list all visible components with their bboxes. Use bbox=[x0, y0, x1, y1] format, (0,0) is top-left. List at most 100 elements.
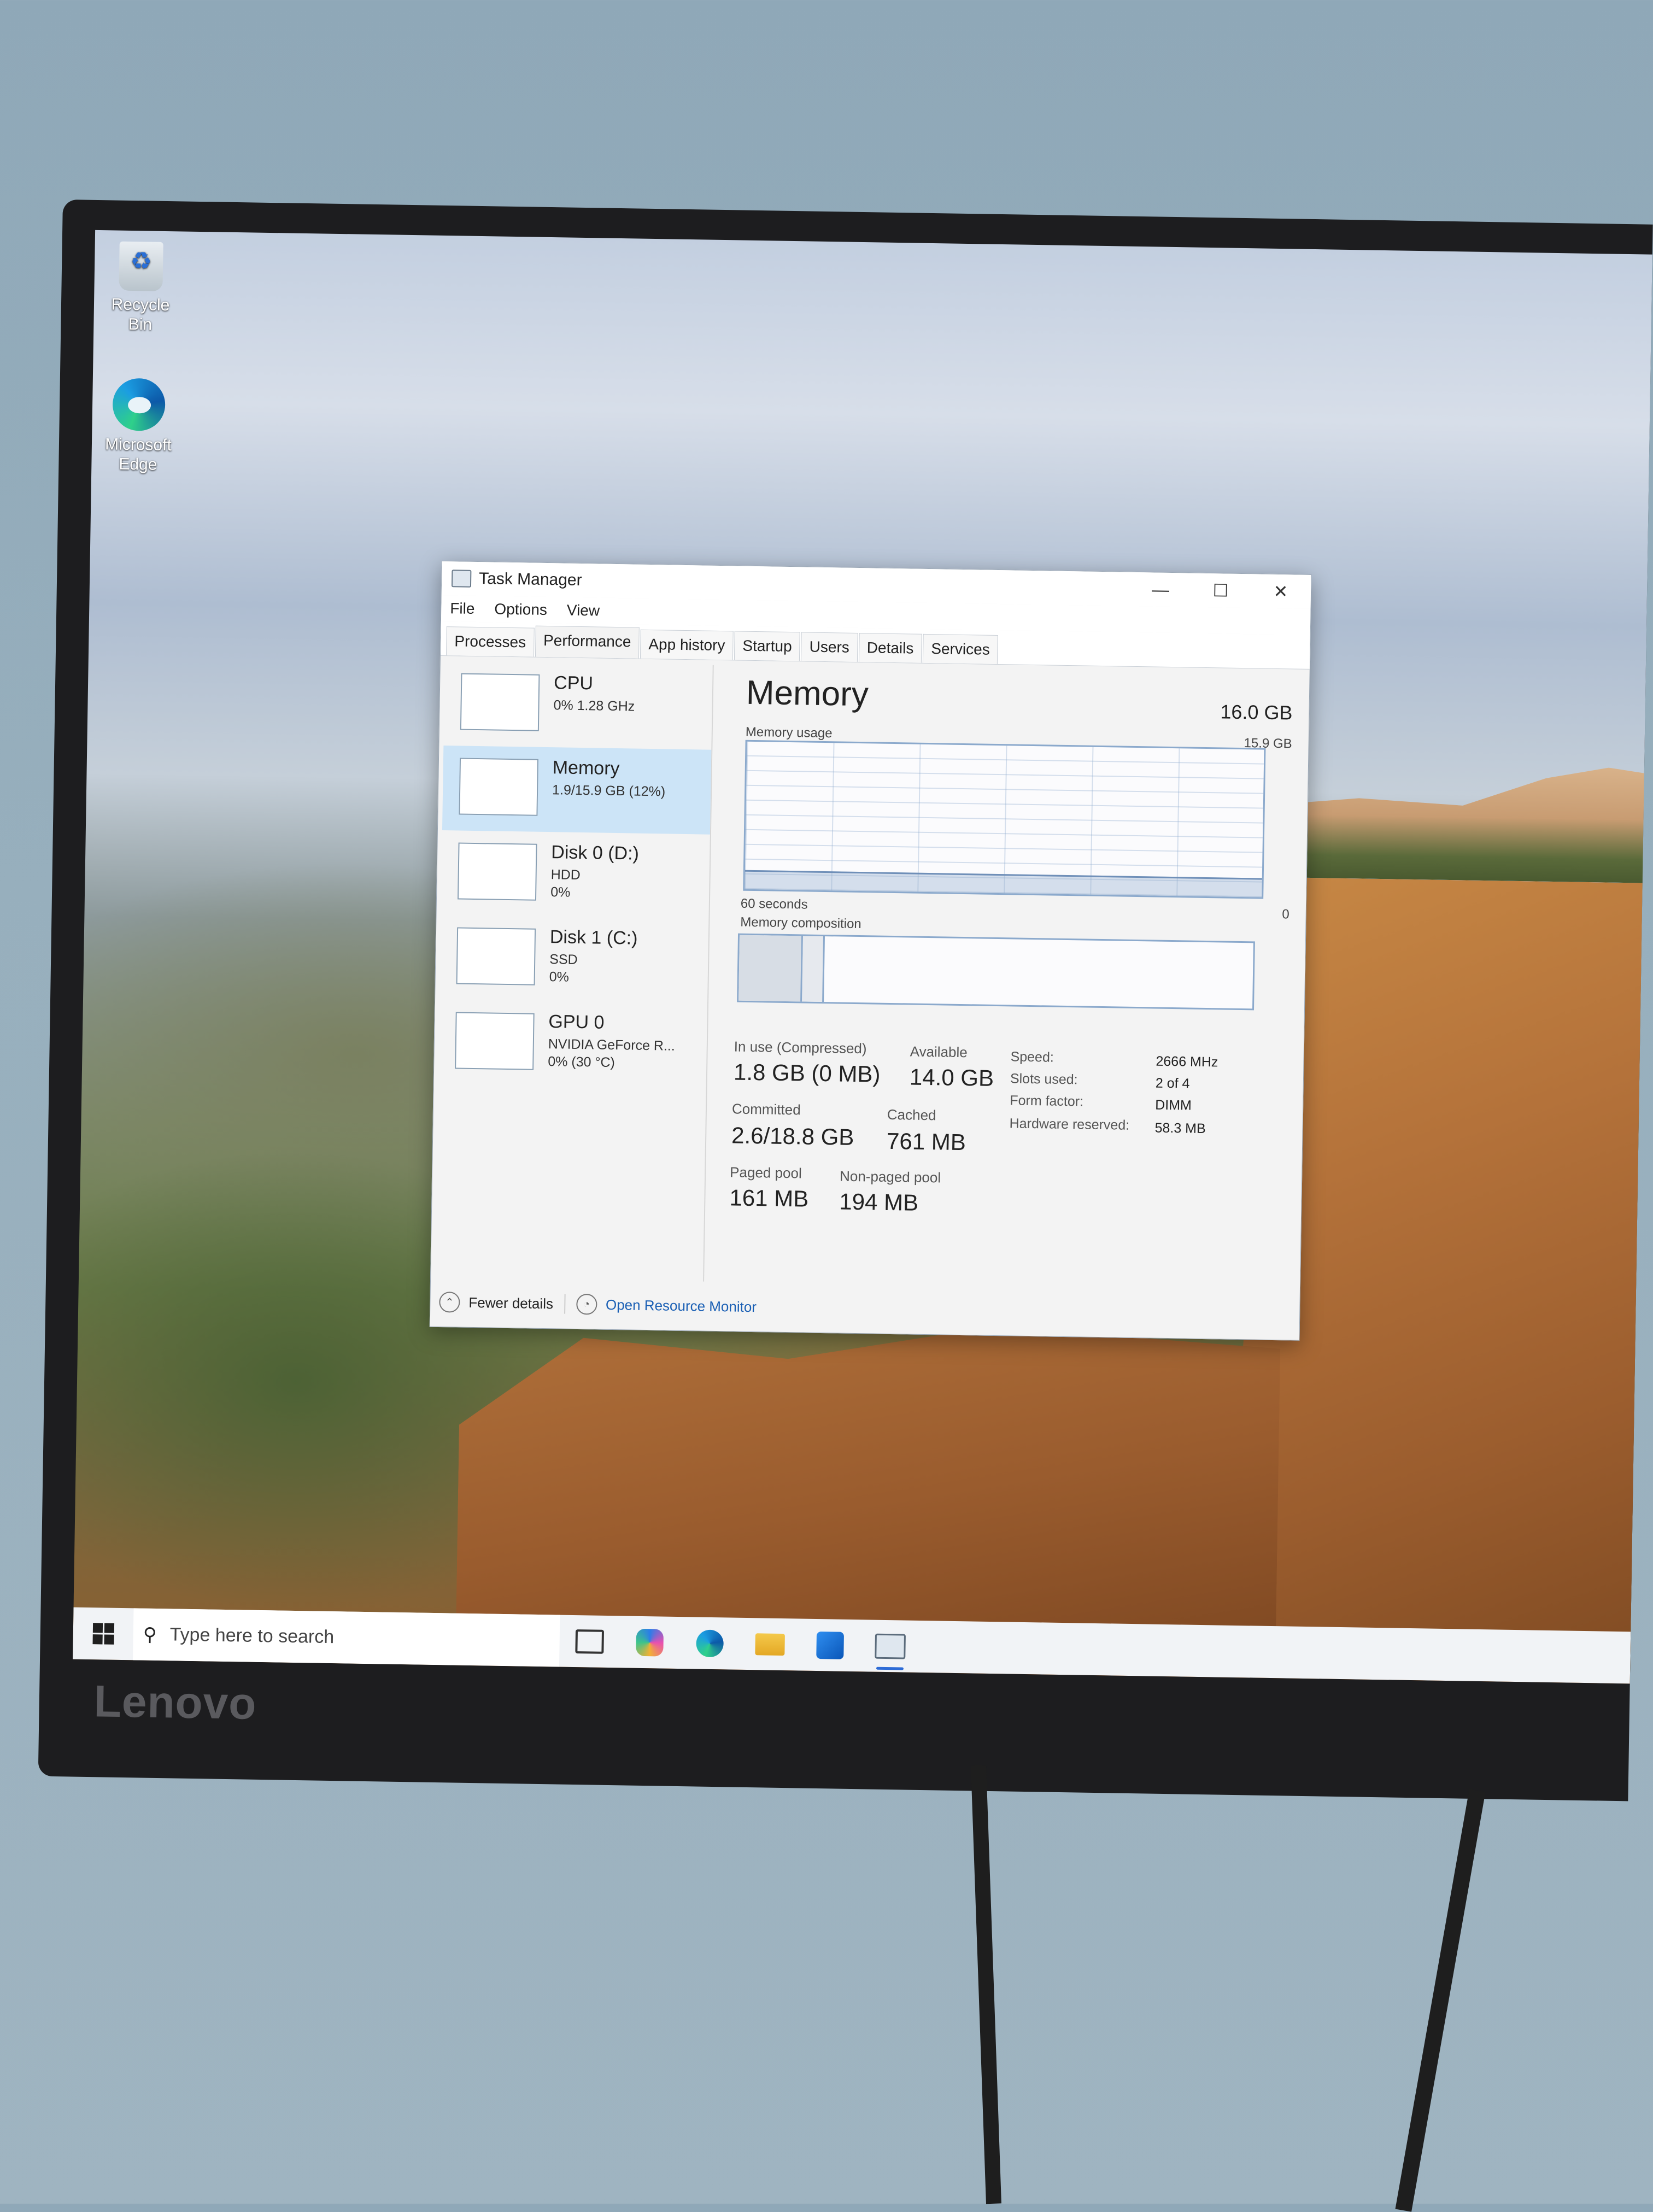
task-manager-icon bbox=[875, 1633, 906, 1659]
in-use-value: 1.8 GB (0 MB) bbox=[733, 1059, 881, 1087]
memory-usage-graph bbox=[743, 740, 1266, 899]
page-title: Memory bbox=[746, 673, 869, 714]
search-icon: ⚲ bbox=[143, 1624, 157, 1645]
tab-users[interactable]: Users bbox=[801, 632, 858, 662]
cpu-thumbnail-graph bbox=[460, 673, 540, 731]
footer-divider bbox=[564, 1294, 566, 1314]
sidebar-item-disk-1[interactable]: Disk 1 (C:) SSD 0% bbox=[439, 915, 708, 1004]
sidebar-item-detail: NVIDIA GeForce R... 0% (30 °C) bbox=[548, 1035, 675, 1072]
tab-performance[interactable]: Performance bbox=[535, 625, 640, 659]
copilot-icon bbox=[636, 1628, 664, 1657]
committed-value: 2.6/18.8 GB bbox=[731, 1122, 854, 1150]
composition-in-use bbox=[738, 935, 803, 1002]
monitor-cable bbox=[971, 1765, 1001, 2204]
sidebar-item-cpu[interactable]: CPU 0% 1.28 GHz bbox=[443, 661, 712, 750]
graph-time-label: 60 seconds bbox=[740, 896, 808, 912]
speed-label: Speed: bbox=[1010, 1049, 1054, 1065]
copilot-button[interactable] bbox=[619, 1616, 680, 1669]
hardware-reserved-label: Hardware reserved: bbox=[1009, 1116, 1130, 1133]
edge-label: Microsoft Edge bbox=[104, 435, 172, 474]
edge-taskbar-button[interactable] bbox=[679, 1617, 740, 1670]
task-manager-taskbar-button[interactable] bbox=[860, 1620, 921, 1673]
start-button[interactable] bbox=[73, 1607, 133, 1661]
open-resource-monitor-link[interactable]: Open Resource Monitor bbox=[606, 1296, 757, 1315]
monitor-cable bbox=[1395, 1789, 1486, 2212]
sidebar-item-memory[interactable]: Memory 1.9/15.9 GB (12%) bbox=[442, 746, 712, 835]
gpu-usage: 0% (30 °C) bbox=[548, 1054, 616, 1071]
memory-composition-bar bbox=[737, 933, 1255, 1011]
composition-modified bbox=[801, 936, 825, 1002]
memory-usage-label: Memory usage bbox=[745, 724, 833, 741]
tab-startup[interactable]: Startup bbox=[734, 631, 801, 661]
available-label: Available bbox=[910, 1043, 968, 1061]
task-manager-window: Task Manager — ☐ ✕ File Options View Pro… bbox=[429, 560, 1312, 1341]
menu-file[interactable]: File bbox=[450, 600, 475, 618]
memory-usage-fill bbox=[745, 870, 1262, 897]
committed-label: Committed bbox=[731, 1100, 801, 1118]
sidebar-item-gpu-0[interactable]: GPU 0 NVIDIA GeForce R... 0% (30 °C) bbox=[438, 1000, 707, 1089]
outlook-button[interactable] bbox=[800, 1619, 860, 1672]
sidebar-item-disk-0[interactable]: Disk 0 (D:) HDD 0% bbox=[441, 830, 710, 919]
cached-value: 761 MB bbox=[886, 1128, 966, 1155]
close-button[interactable]: ✕ bbox=[1251, 574, 1311, 609]
recycle-bin-icon bbox=[119, 241, 163, 291]
memory-total: 16.0 GB bbox=[1220, 700, 1293, 724]
edge-icon bbox=[112, 378, 166, 431]
disk1-type: SSD bbox=[549, 952, 578, 967]
disk0-thumbnail-graph bbox=[457, 842, 537, 901]
monitor: Recycle Bin Microsoft Edge Task Manager … bbox=[38, 200, 1653, 1802]
sidebar-item-name: CPU bbox=[553, 672, 594, 694]
taskbar-search-box[interactable]: ⚲ Type here to search bbox=[133, 1608, 560, 1667]
form-factor-label: Form factor: bbox=[1010, 1093, 1084, 1110]
slots-label: Slots used: bbox=[1010, 1071, 1078, 1088]
paged-pool-value: 161 MB bbox=[729, 1184, 809, 1212]
sidebar-item-detail: 0% 1.28 GHz bbox=[553, 696, 635, 715]
disk1-thumbnail-graph bbox=[456, 927, 536, 985]
sidebar-item-detail: HDD 0% bbox=[550, 866, 581, 901]
memory-composition-label: Memory composition bbox=[740, 914, 861, 932]
sidebar-item-name: GPU 0 bbox=[548, 1011, 605, 1033]
tab-processes[interactable]: Processes bbox=[446, 626, 535, 657]
resource-sidebar: CPU 0% 1.28 GHz Memory 1.9/15.9 GB (12%) bbox=[435, 661, 714, 1282]
task-view-button[interactable] bbox=[559, 1615, 620, 1668]
memory-detail-pane: Memory 16.0 GB Memory usage 15.9 GB 60 s… bbox=[729, 660, 1293, 1291]
gpu-thumbnail-graph bbox=[455, 1012, 535, 1070]
windows-logo-icon bbox=[92, 1623, 114, 1645]
in-use-label: In use (Compressed) bbox=[734, 1038, 867, 1057]
disk0-usage: 0% bbox=[550, 884, 571, 900]
available-value: 14.0 GB bbox=[909, 1064, 994, 1091]
desktop-screen: Recycle Bin Microsoft Edge Task Manager … bbox=[73, 230, 1652, 1684]
memory-usage-text: 1.9/15.9 GB (12%) bbox=[552, 782, 666, 800]
monitor-brand-logo: Lenovo bbox=[93, 1676, 257, 1729]
recycle-bin-desktop-icon[interactable]: Recycle Bin bbox=[99, 241, 183, 335]
edge-desktop-icon[interactable]: Microsoft Edge bbox=[97, 378, 180, 475]
sidebar-item-detail: SSD 0% bbox=[549, 950, 578, 986]
minimize-button[interactable]: — bbox=[1130, 572, 1191, 607]
tab-app-history[interactable]: App history bbox=[640, 629, 734, 660]
file-explorer-button[interactable] bbox=[740, 1618, 800, 1671]
gpu-model: NVIDIA GeForce R... bbox=[548, 1036, 676, 1054]
graph-time-end: 0 bbox=[1282, 907, 1289, 922]
window-title: Task Manager bbox=[478, 570, 582, 589]
sidebar-item-detail: 1.9/15.9 GB (12%) bbox=[552, 781, 666, 800]
sidebar-item-name: Memory bbox=[552, 757, 620, 779]
sidebar-item-name: Disk 1 (C:) bbox=[549, 926, 638, 949]
chevron-up-icon: ⌃ bbox=[439, 1292, 460, 1313]
nonpaged-pool-value: 194 MB bbox=[839, 1188, 919, 1216]
menu-view[interactable]: View bbox=[567, 602, 600, 620]
tab-services[interactable]: Services bbox=[922, 633, 999, 664]
slots-value: 2 of 4 bbox=[1155, 1075, 1190, 1092]
menu-options[interactable]: Options bbox=[494, 600, 547, 619]
task-manager-icon bbox=[451, 570, 472, 588]
memory-thumbnail-graph bbox=[459, 758, 539, 816]
maximize-button[interactable]: ☐ bbox=[1191, 573, 1251, 608]
resource-monitor-icon: ◔ bbox=[576, 1294, 597, 1315]
task-view-icon bbox=[575, 1629, 605, 1654]
cached-label: Cached bbox=[887, 1106, 936, 1124]
cpu-usage-text: 0% 1.28 GHz bbox=[553, 697, 635, 714]
tab-details[interactable]: Details bbox=[858, 632, 922, 663]
recycle-bin-label: Recycle Bin bbox=[111, 295, 170, 334]
hardware-reserved-value: 58.3 MB bbox=[1154, 1120, 1206, 1137]
disk1-usage: 0% bbox=[549, 969, 570, 985]
fewer-details-link[interactable]: Fewer details bbox=[468, 1294, 553, 1312]
